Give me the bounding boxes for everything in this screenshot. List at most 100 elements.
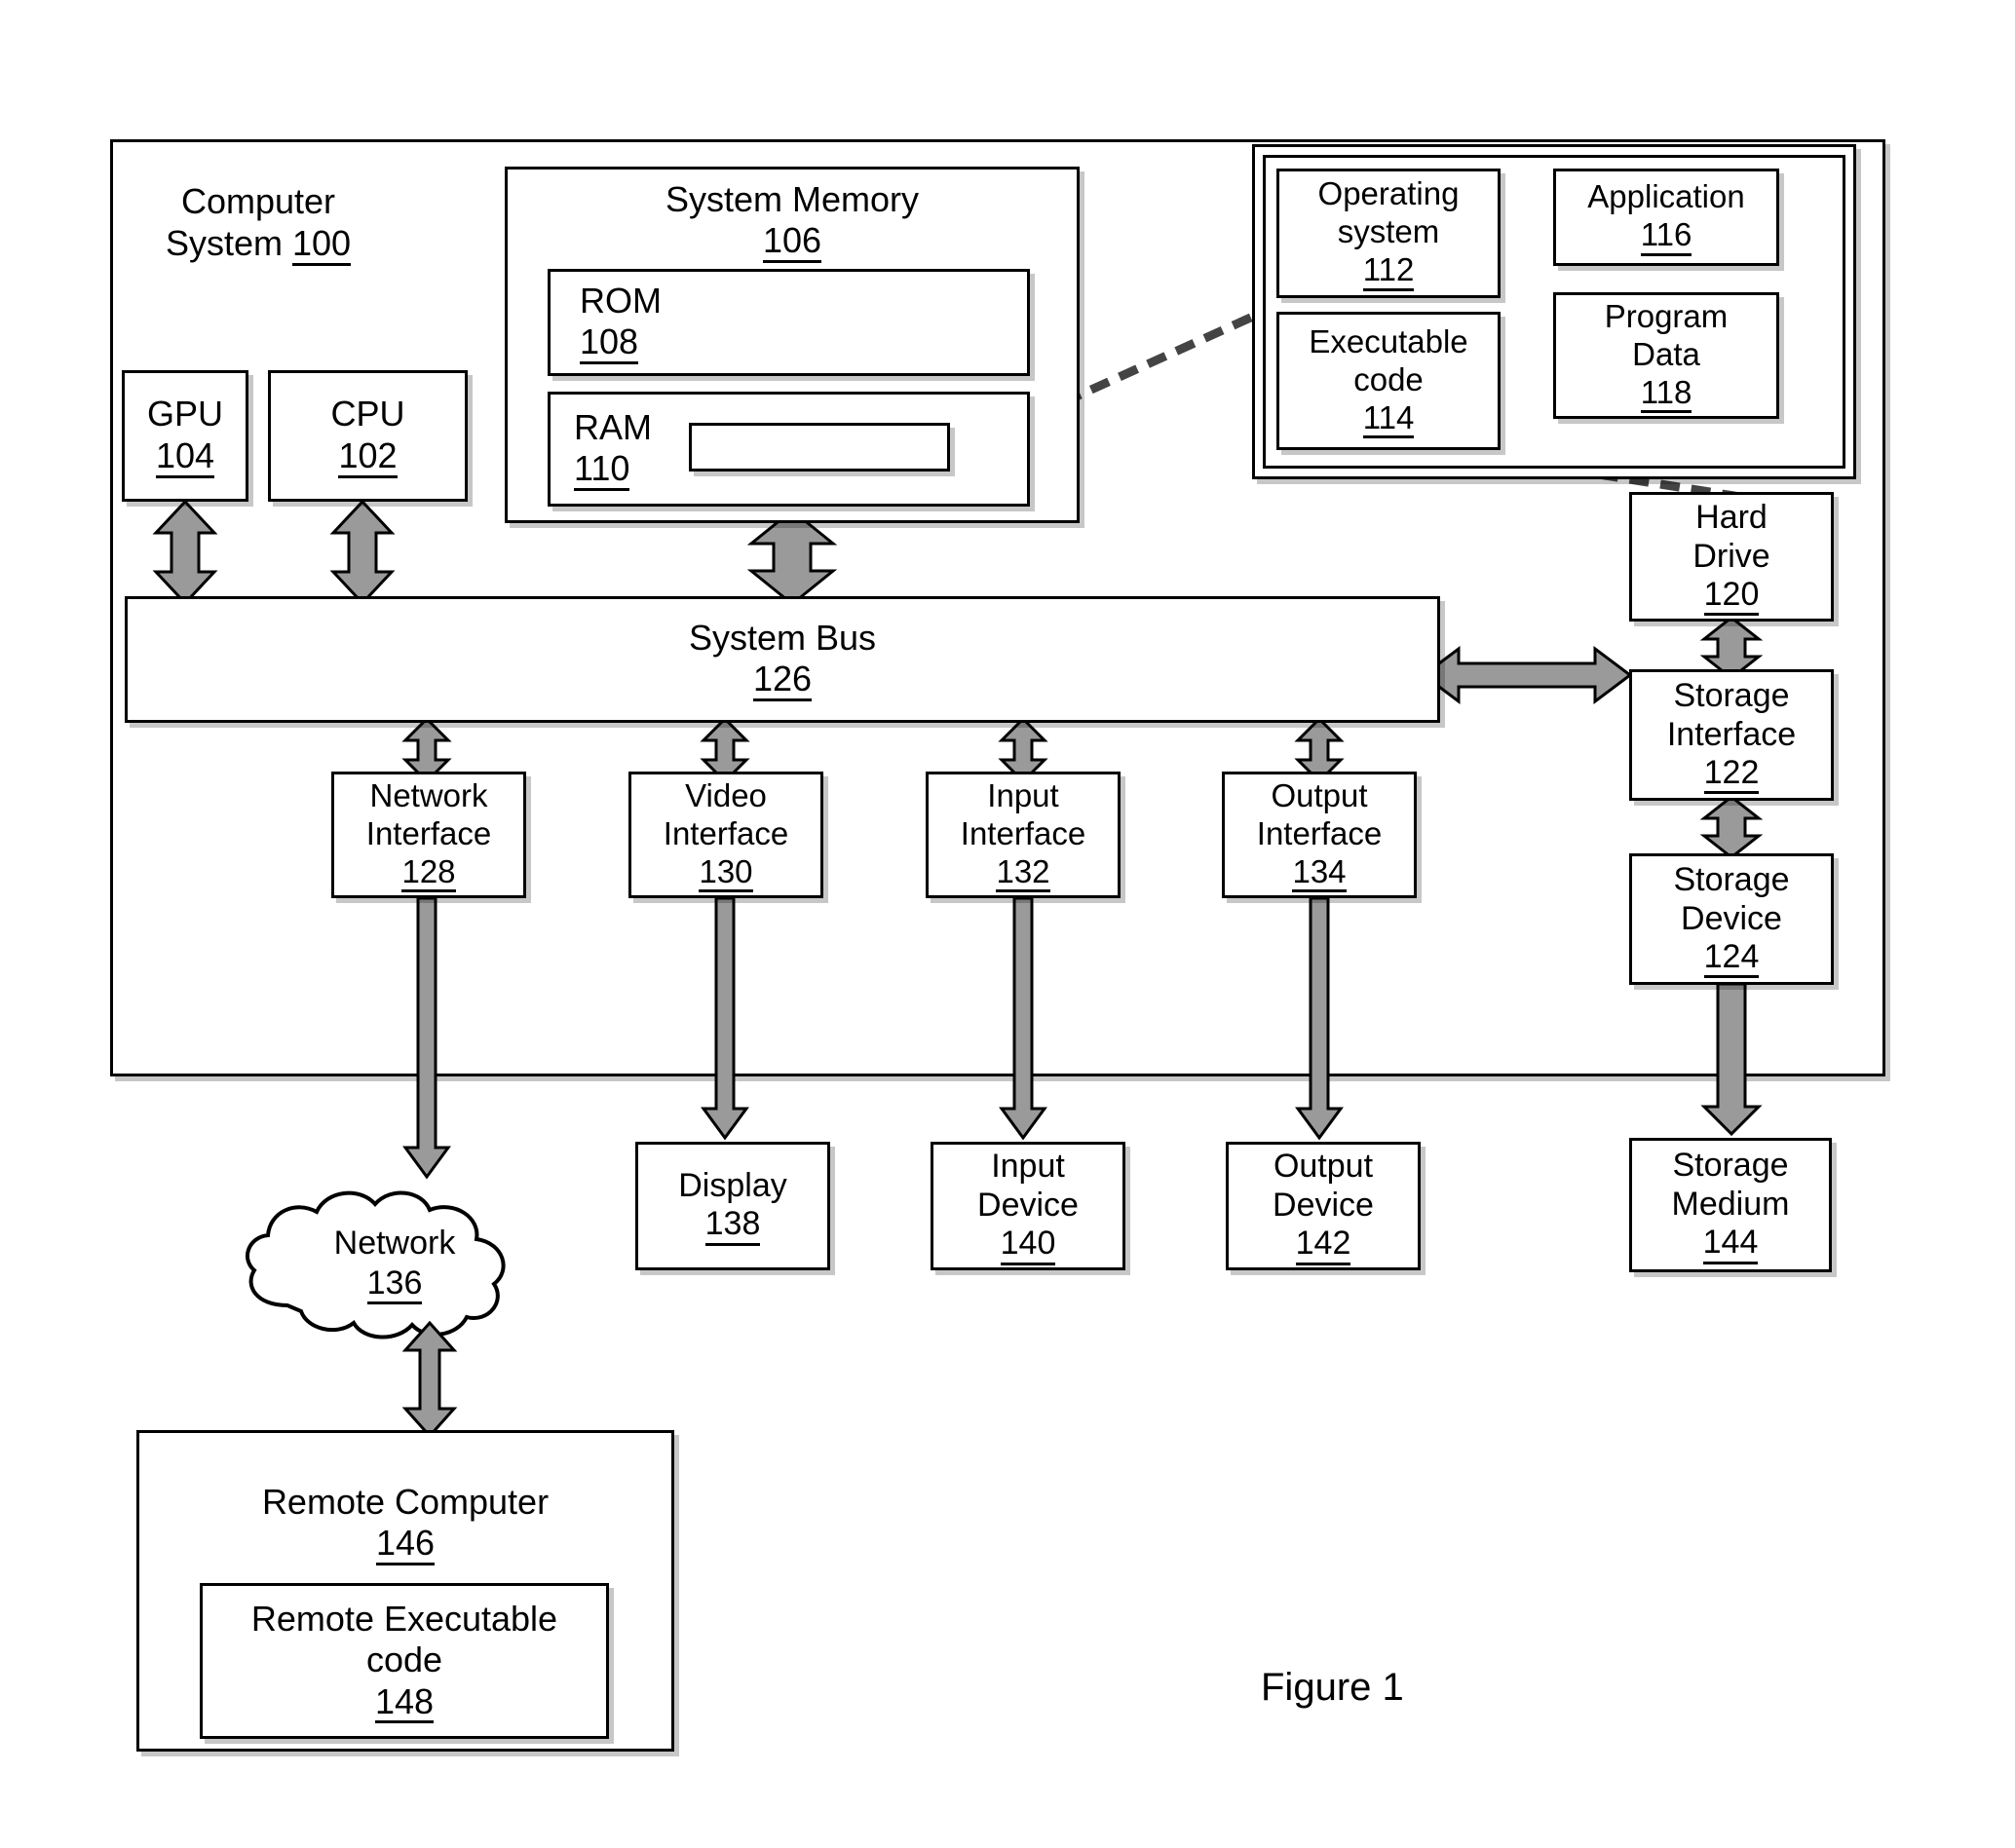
computer-system-label-line1: Computer	[180, 181, 336, 221]
input-interface-label-line1: Input	[987, 776, 1059, 813]
computer-system-label: Computer System 100	[146, 180, 370, 266]
operating-system-ref: 112	[1362, 252, 1415, 291]
video-interface-label-line1: Video	[685, 776, 767, 813]
patent-figure-page: Computer System 100 GPU 104 CPU 102 Syst…	[0, 0, 2015, 1848]
arrow-storage-interface-to-storage-device	[1699, 795, 1764, 859]
cpu-ref: 102	[338, 437, 398, 478]
video-interface-box: Video Interface 130	[628, 772, 823, 898]
system-bus-box: System Bus 126	[125, 596, 1440, 723]
remote-executable-code-label-line2: code	[365, 1640, 443, 1680]
program-data-ref: 118	[1640, 375, 1692, 414]
storage-medium-ref: 144	[1702, 1226, 1759, 1264]
input-interface-box: Input Interface 132	[926, 772, 1121, 898]
program-data-box: Program Data 118	[1553, 292, 1779, 419]
storage-medium-label-line1: Storage	[1672, 1147, 1789, 1185]
network-cloud-text: Network 136	[307, 1224, 482, 1305]
display-box: Display 138	[635, 1142, 830, 1270]
arrow-input-interface-to-input-device	[999, 896, 1047, 1141]
video-interface-ref: 130	[699, 854, 753, 893]
operating-system-box: Operating system 112	[1276, 169, 1501, 298]
operating-system-label-line1: Operating	[1317, 175, 1460, 212]
network-cloud: Network 136	[237, 1181, 529, 1346]
figure-caption: Figure 1	[1261, 1666, 1404, 1709]
network-interface-box: Network Interface 128	[331, 772, 526, 898]
system-bus-text: System Bus 126	[688, 617, 877, 702]
storage-interface-ref: 122	[1703, 755, 1760, 795]
remote-executable-code-label-line1: Remote Executable	[250, 1598, 558, 1639]
application-label: Application	[1587, 178, 1745, 215]
system-memory-label: System Memory	[665, 179, 920, 219]
arrow-system-memory-to-bus	[746, 509, 838, 606]
remote-computer-ref: 146	[375, 1525, 436, 1566]
computer-system-label-line2: System	[165, 223, 283, 264]
storage-interface-box: Storage Interface 122	[1629, 669, 1834, 801]
rom-box: ROM 108	[548, 269, 1030, 376]
network-label: Network	[333, 1225, 456, 1262]
ram-label: RAM	[574, 406, 652, 447]
executable-code-label-line1: Executable	[1309, 322, 1468, 359]
hard-drive-label-line2: Drive	[1692, 537, 1770, 575]
arrow-cpu-to-bus	[329, 499, 396, 606]
remote-executable-code-box: Remote Executable code 148	[200, 1583, 609, 1739]
arrow-gpu-to-bus	[152, 499, 218, 606]
network-ref: 136	[366, 1265, 423, 1305]
storage-device-label-line2: Device	[1681, 899, 1782, 937]
output-interface-label-line2: Interface	[1256, 814, 1383, 851]
gpu-box: GPU 104	[122, 370, 248, 502]
arrow-network-to-remote-computer	[401, 1320, 458, 1439]
storage-device-label-line1: Storage	[1673, 860, 1790, 898]
storage-medium-box: Storage Medium 144	[1629, 1138, 1832, 1272]
ram-ref: 110	[574, 450, 630, 492]
executable-code-label-line2: code	[1353, 360, 1424, 397]
operating-system-label-line2: system	[1337, 213, 1440, 250]
system-bus-label: System Bus	[688, 617, 877, 658]
remote-executable-code-ref: 148	[374, 1682, 435, 1724]
storage-interface-label-line2: Interface	[1666, 715, 1797, 753]
executable-code-ref: 114	[1362, 400, 1415, 439]
storage-device-box: Storage Device 124	[1629, 853, 1834, 985]
network-interface-label-line1: Network	[369, 776, 488, 813]
storage-interface-label-line1: Storage	[1673, 676, 1790, 714]
cpu-box: CPU 102	[268, 370, 468, 502]
input-device-box: Input Device 140	[931, 1142, 1125, 1270]
display-ref: 138	[704, 1206, 761, 1246]
network-interface-label-line2: Interface	[365, 814, 492, 851]
network-interface-ref: 128	[401, 854, 456, 893]
display-label: Display	[678, 1167, 787, 1205]
rom-ref: 108	[580, 323, 639, 365]
gpu-label: GPU	[146, 394, 223, 434]
input-device-label-line1: Input	[991, 1148, 1065, 1186]
arrow-video-interface-to-display	[701, 896, 749, 1141]
system-bus-ref: 126	[752, 660, 813, 702]
input-device-label-line2: Device	[977, 1187, 1079, 1225]
rom-label: ROM	[580, 280, 662, 321]
input-device-ref: 140	[1000, 1226, 1056, 1265]
output-interface-ref: 134	[1292, 854, 1347, 893]
video-interface-label-line2: Interface	[663, 814, 789, 851]
output-device-label-line1: Output	[1273, 1148, 1374, 1186]
application-ref: 116	[1640, 217, 1692, 256]
system-memory-ref: 106	[762, 222, 822, 264]
system-memory-title: System Memory 106	[665, 179, 920, 264]
arrow-storage-device-to-storage-medium	[1700, 980, 1763, 1137]
hard-drive-ref: 120	[1703, 577, 1760, 617]
application-box: Application 116	[1553, 169, 1779, 266]
storage-medium-label-line2: Medium	[1671, 1186, 1790, 1224]
output-device-ref: 142	[1295, 1226, 1351, 1265]
output-device-label-line2: Device	[1273, 1187, 1374, 1225]
remote-computer-label: Remote Computer	[261, 1482, 550, 1522]
arrow-network-interface-to-network	[402, 896, 451, 1180]
output-device-box: Output Device 142	[1226, 1142, 1421, 1270]
output-interface-label-line1: Output	[1271, 776, 1368, 813]
arrow-bus-to-storage-interface	[1421, 645, 1633, 705]
output-interface-box: Output Interface 134	[1222, 772, 1417, 898]
arrow-output-interface-to-output-device	[1295, 896, 1344, 1141]
input-interface-label-line2: Interface	[960, 814, 1086, 851]
executable-code-box: Executable code 114	[1276, 312, 1501, 450]
hard-drive-label-line1: Hard	[1695, 498, 1768, 536]
ram-slot-box	[689, 423, 950, 471]
input-interface-ref: 132	[996, 854, 1050, 893]
program-data-label-line1: Program	[1604, 297, 1729, 334]
computer-system-ref: 100	[291, 225, 352, 266]
program-data-label-line2: Data	[1632, 335, 1700, 372]
